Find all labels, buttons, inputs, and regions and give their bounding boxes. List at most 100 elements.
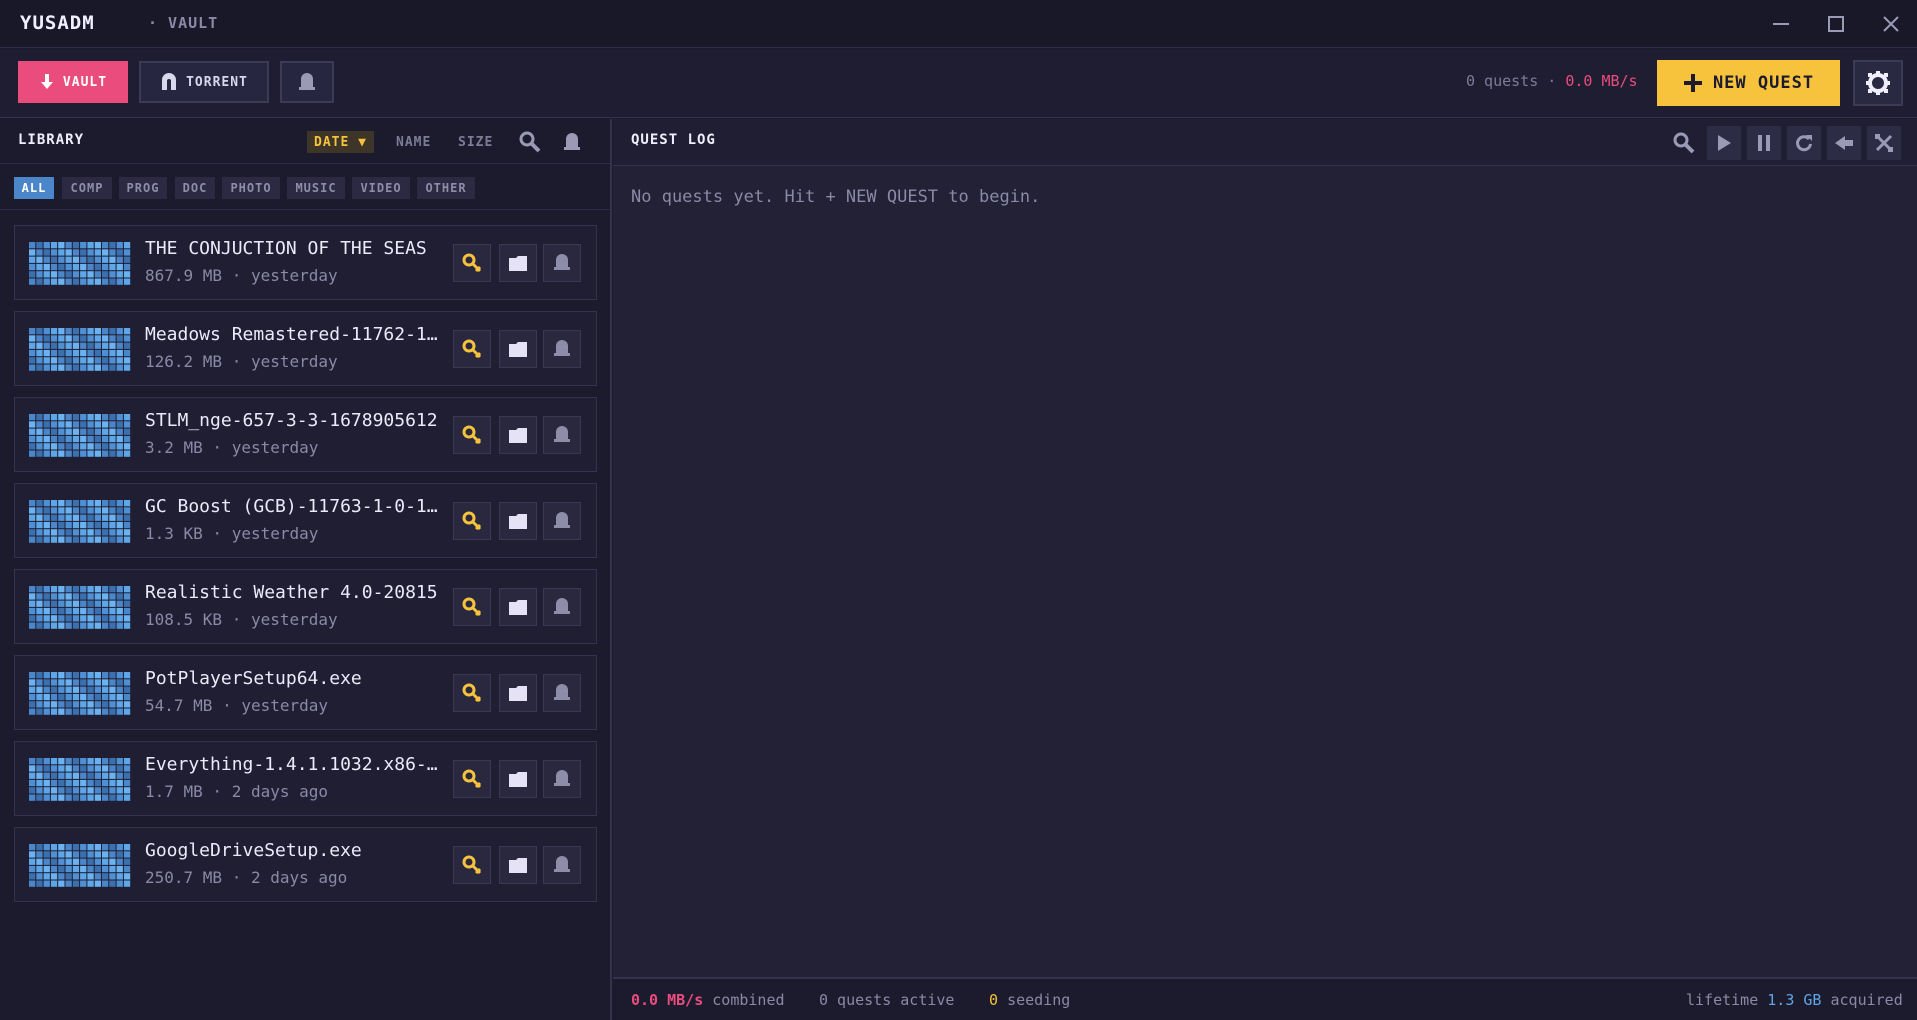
file-card[interactable]: PotPlayerSetup64.exe 54.7 MB · yesterday	[14, 655, 597, 730]
bell-icon[interactable]	[560, 130, 584, 154]
folder-icon	[509, 428, 527, 443]
quest-search-button[interactable]	[1667, 126, 1701, 160]
folder-icon	[509, 256, 527, 271]
sort-by-date[interactable]: DATE ▼	[307, 131, 374, 153]
file-name: Realistic Weather 4.0-20815	[145, 582, 438, 603]
send-back-button[interactable]	[1827, 126, 1861, 160]
key-icon	[462, 339, 482, 359]
file-name: Meadows Remastered-11762-1-0	[145, 324, 445, 345]
filter-video[interactable]: VIDEO	[352, 177, 410, 199]
minimize-button[interactable]	[1767, 10, 1795, 38]
file-card[interactable]: THE CONJUCTION OF THE SEAS 867.9 MB · yes…	[14, 225, 597, 300]
search-icon	[1673, 132, 1695, 154]
file-inspect-button[interactable]	[453, 846, 491, 884]
clear-button[interactable]	[1867, 126, 1901, 160]
resume-all-button[interactable]	[1707, 126, 1741, 160]
bell-icon	[554, 340, 570, 356]
quest-log-title: QUEST LOG	[631, 132, 716, 148]
quest-log-header: QUEST LOG	[613, 119, 1917, 166]
sort-by-name[interactable]: NAME	[389, 131, 438, 153]
settings-button[interactable]	[1853, 60, 1903, 106]
file-meta: 250.7 MB · 2 days ago	[145, 868, 348, 887]
refresh-button[interactable]	[1787, 126, 1821, 160]
file-card[interactable]: Realistic Weather 4.0-20815 108.5 KB · ye…	[14, 569, 597, 644]
close-button[interactable]	[1877, 10, 1905, 38]
file-card[interactable]: Everything-1.4.1.1032.x86-Setup 1.7 MB · …	[14, 741, 597, 816]
key-icon	[462, 769, 482, 789]
file-notify-button[interactable]	[543, 674, 581, 712]
quest-log-panel: QUEST LOG No quests yet. Hit + NEW QUEST…	[613, 119, 1917, 977]
file-notify-button[interactable]	[543, 416, 581, 454]
title-bar: YUSADM · VAULT	[0, 0, 1917, 48]
new-quest-label: NEW QUEST	[1712, 73, 1815, 93]
file-card[interactable]: STLM_nge-657-3-3-1678905612 3.2 MB · yest…	[14, 397, 597, 472]
file-inspect-button[interactable]	[453, 502, 491, 540]
download-arrow-icon	[40, 74, 53, 89]
bell-icon	[554, 512, 570, 528]
notifications-button[interactable]	[280, 61, 334, 103]
file-name: STLM_nge-657-3-3-1678905612	[145, 410, 438, 431]
file-inspect-button[interactable]	[453, 244, 491, 282]
open-folder-button[interactable]	[499, 502, 537, 540]
file-inspect-button[interactable]	[453, 330, 491, 368]
file-meta: 867.9 MB · yesterday	[145, 266, 338, 285]
torrent-button[interactable]: TORRENT	[139, 61, 269, 103]
bell-icon	[554, 254, 570, 270]
folder-icon	[509, 600, 527, 615]
open-folder-button[interactable]	[499, 760, 537, 798]
filter-music[interactable]: MUSIC	[287, 177, 345, 199]
file-card[interactable]: GC Boost (GCB)-11763-1-0-1678 1.3 KB · ye…	[14, 483, 597, 558]
file-name: GoogleDriveSetup.exe	[145, 840, 362, 861]
folder-icon	[509, 858, 527, 873]
open-folder-button[interactable]	[499, 588, 537, 626]
file-inspect-button[interactable]	[453, 588, 491, 626]
vault-button-label: VAULT	[62, 74, 108, 90]
sort-by-size[interactable]: SIZE	[451, 131, 500, 153]
file-notify-button[interactable]	[543, 502, 581, 540]
file-name: THE CONJUCTION OF THE SEAS	[145, 238, 427, 259]
file-thumbnail	[29, 672, 131, 715]
library-panel: LIBRARY DATE ▼ NAME SIZE ALL COMP PROG D…	[0, 119, 612, 1020]
filter-comp[interactable]: COMP	[62, 177, 112, 199]
library-title: LIBRARY	[18, 132, 85, 148]
open-folder-button[interactable]	[499, 416, 537, 454]
file-name: GC Boost (GCB)-11763-1-0-1678	[145, 496, 445, 517]
open-folder-button[interactable]	[499, 674, 537, 712]
key-icon	[462, 855, 482, 875]
maximize-button[interactable]	[1822, 10, 1850, 38]
file-notify-button[interactable]	[543, 846, 581, 884]
seeding-count: 0	[989, 991, 999, 1009]
open-folder-button[interactable]	[499, 330, 537, 368]
folder-icon	[509, 514, 527, 529]
filter-prog[interactable]: PROG	[119, 177, 167, 199]
pause-all-button[interactable]	[1747, 126, 1781, 160]
search-icon[interactable]	[518, 130, 542, 154]
file-name: Everything-1.4.1.1032.x86-Setup	[145, 754, 445, 775]
file-meta: 1.3 KB · yesterday	[145, 524, 319, 543]
file-name: PotPlayerSetup64.exe	[145, 668, 362, 689]
file-notify-button[interactable]	[543, 330, 581, 368]
filter-other[interactable]: OTHER	[417, 177, 475, 199]
file-meta: 54.7 MB · yesterday	[145, 696, 329, 715]
filter-all[interactable]: ALL	[14, 177, 54, 199]
close-icon	[1883, 16, 1899, 32]
file-inspect-button[interactable]	[453, 760, 491, 798]
filter-photo[interactable]: PHOTO	[222, 177, 280, 199]
new-quest-button[interactable]: NEW QUEST	[1657, 60, 1840, 106]
file-card[interactable]: Meadows Remastered-11762-1-0 126.2 MB · y…	[14, 311, 597, 386]
file-notify-button[interactable]	[543, 588, 581, 626]
gear-icon	[1866, 71, 1890, 95]
file-card[interactable]: GoogleDriveSetup.exe 250.7 MB · 2 days ag…	[14, 827, 597, 902]
maximize-icon	[1828, 16, 1844, 32]
file-notify-button[interactable]	[543, 244, 581, 282]
file-inspect-button[interactable]	[453, 416, 491, 454]
vault-button[interactable]: VAULT	[18, 61, 128, 103]
file-notify-button[interactable]	[543, 760, 581, 798]
lifetime-stats: lifetime 1.3 GB acquired	[1686, 991, 1903, 1009]
combined-rate-value: 0.0 MB/s	[631, 991, 704, 1009]
open-folder-button[interactable]	[499, 244, 537, 282]
filter-doc[interactable]: DOC	[175, 177, 215, 199]
open-folder-button[interactable]	[499, 846, 537, 884]
file-inspect-button[interactable]	[453, 674, 491, 712]
lifetime-label: lifetime	[1686, 991, 1759, 1009]
